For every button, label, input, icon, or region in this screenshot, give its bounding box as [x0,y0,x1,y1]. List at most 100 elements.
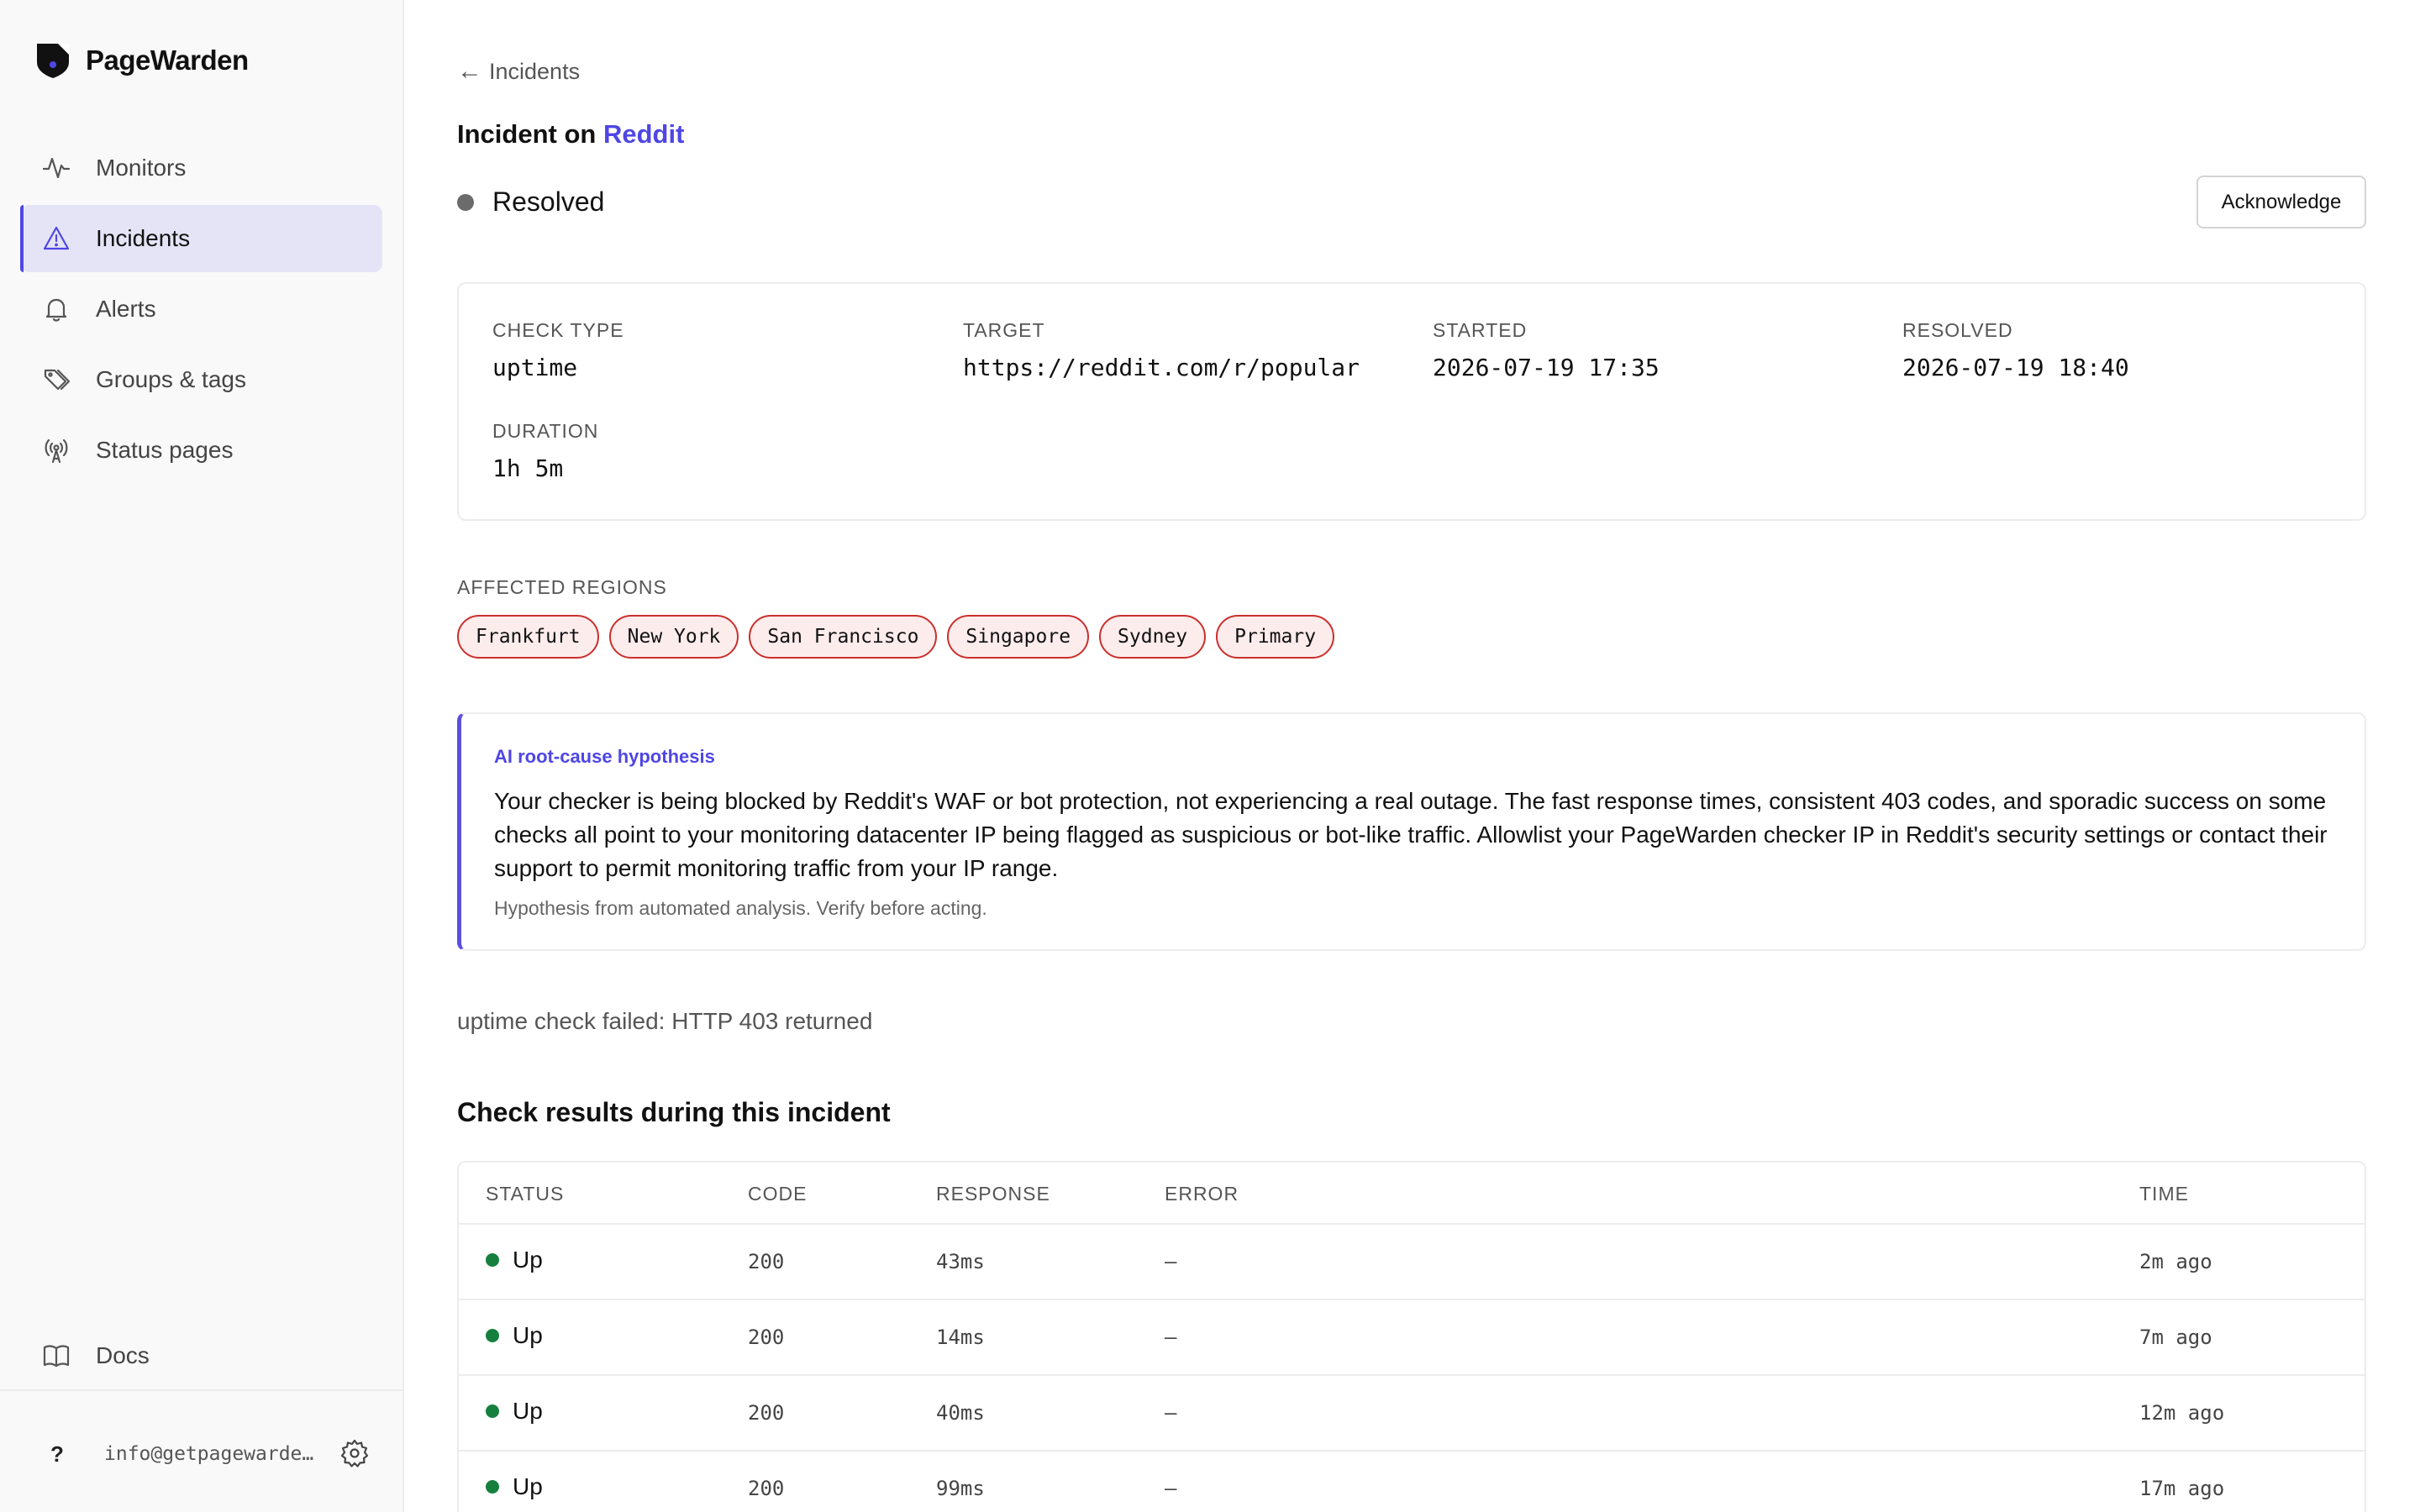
activity-icon [42,157,71,179]
error-cell: — [1165,1326,1177,1349]
code-cell: 200 [748,1326,785,1349]
response-cell: 43ms [936,1250,985,1273]
detail-label: RESOLVED [1902,319,2013,341]
status-label: Resolved [492,186,605,217]
affected-regions-label: AFFECTED REGIONS [457,576,667,598]
user-footer: ? info@getpagewarden.com [0,1389,402,1512]
sidebar-item-label: Docs [96,1342,150,1368]
status-dot-icon [457,193,474,211]
sidebar-item-incidents[interactable]: Incidents [20,205,382,272]
code-cell: 200 [748,1477,785,1500]
region-tag: Singapore [947,615,1090,659]
brand[interactable]: PageWarden [35,40,249,81]
incident-details-card: CHECK TYPE uptime TARGET https://reddit.… [457,282,2366,521]
detail-label: CHECK TYPE [492,319,624,341]
detail-duration: DURATION 1h 5m [492,420,598,482]
failure-message: uptime check failed: HTTP 403 returned [457,1008,873,1034]
column-header-code[interactable]: CODE [748,1183,807,1205]
docs-section: Docs [20,1322,382,1393]
book-icon [43,1345,70,1368]
region-tag: New York [608,615,739,659]
detail-value: 1h 5m [492,454,564,482]
status-label: Up [513,1322,543,1348]
table-row[interactable]: Up 200 14ms — 7m ago [459,1300,2365,1376]
detail-value: https://reddit.com/r/popular [963,354,1360,381]
sidebar-item-label: Groups & tags [96,366,246,392]
response-cell: 99ms [936,1477,985,1500]
status-cell: Up [486,1473,543,1500]
sidebar-item-docs[interactable]: Docs [20,1322,382,1389]
detail-value: uptime [492,354,578,381]
status-cell: Up [486,1247,543,1273]
status-up-icon [486,1253,499,1267]
detail-label: STARTED [1433,319,1528,341]
detail-check-type: CHECK TYPE uptime [492,319,624,381]
column-header-error[interactable]: ERROR [1165,1183,1239,1205]
affected-regions-list: Frankfurt New York San Francisco Singapo… [457,615,1344,659]
title-prefix: Incident on [457,119,597,149]
status-cell: Up [486,1322,543,1349]
bell-icon [45,298,67,322]
detail-target: TARGET https://reddit.com/r/popular [963,319,1360,381]
column-header-status[interactable]: STATUS [486,1183,564,1205]
response-cell: 40ms [936,1401,985,1425]
error-cell: — [1165,1401,1177,1425]
ai-hypothesis-note: Hypothesis from automated analysis. Veri… [494,897,987,919]
arrow-left-icon: ← [457,57,482,85]
column-header-time[interactable]: TIME [2139,1183,2189,1205]
table-row[interactable]: Up 200 43ms — 2m ago [459,1225,2365,1300]
detail-value: 2026-07-19 18:40 [1902,354,2129,381]
acknowledge-button[interactable]: Acknowledge [2196,176,2366,228]
check-results-table: STATUS CODE RESPONSE ERROR TIME Up 200 4… [457,1161,2366,1512]
back-to-incidents-link[interactable]: ← Incidents [457,57,580,86]
page-title: Incident on Reddit [457,119,684,150]
sidebar-item-label: Incidents [96,225,191,251]
code-cell: 200 [748,1250,785,1273]
ai-hypothesis-label: AI root-cause hypothesis [494,746,715,767]
code-cell: 200 [748,1401,785,1425]
response-cell: 14ms [936,1326,985,1349]
detail-label: TARGET [963,319,1045,341]
region-tag: San Francisco [749,615,938,659]
back-link-label: Incidents [489,58,581,84]
column-header-response[interactable]: RESPONSE [936,1183,1050,1205]
time-cell: 17m ago [2139,1477,2225,1500]
app-name: PageWarden [86,45,249,76]
status-label: Up [513,1473,543,1499]
table-row[interactable]: Up 200 40ms — 12m ago [459,1376,2365,1452]
sidebar-nav: Monitors Incidents Alerts Groups & tags … [20,134,382,487]
sidebar-item-label: Alerts [96,296,156,322]
pagewarden-logo-icon [37,44,69,78]
sidebar-item-status-pages[interactable]: Status pages [20,417,382,484]
error-cell: — [1165,1250,1177,1273]
tag-icon [44,369,71,391]
sidebar-item-groups-tags[interactable]: Groups & tags [20,346,382,413]
status-up-icon [486,1404,499,1418]
detail-value: 2026-07-19 17:35 [1433,354,1660,381]
time-cell: 2m ago [2139,1250,2212,1273]
sidebar-item-monitors[interactable]: Monitors [20,134,382,202]
check-results-title: Check results during this incident [457,1097,891,1127]
table-header: STATUS CODE RESPONSE ERROR TIME [459,1163,2365,1225]
help-icon[interactable]: ? [50,1441,64,1467]
status-up-icon [486,1480,499,1494]
status-cell: Up [486,1398,543,1425]
broadcast-icon [45,438,68,464]
detail-label: DURATION [492,420,599,442]
user-email: info@getpagewarden.com [104,1443,321,1465]
incident-status: Resolved [457,186,604,218]
ai-hypothesis-text: Your checker is being blocked by Reddit'… [494,788,2328,881]
monitor-link[interactable]: Reddit [603,119,684,149]
time-cell: 7m ago [2139,1326,2212,1349]
sidebar-item-label: Status pages [96,437,234,463]
status-label: Up [513,1247,543,1273]
time-cell: 12m ago [2139,1401,2225,1425]
warning-triangle-icon [43,226,70,250]
gear-icon[interactable] [339,1438,370,1468]
table-row[interactable]: Up 200 99ms — 17m ago [459,1452,2365,1512]
detail-resolved: RESOLVED 2026-07-19 18:40 [1902,319,2129,381]
error-cell: — [1165,1477,1177,1500]
sidebar-item-alerts[interactable]: Alerts [20,276,382,343]
region-tag: Sydney [1099,615,1207,659]
status-up-icon [486,1329,499,1342]
